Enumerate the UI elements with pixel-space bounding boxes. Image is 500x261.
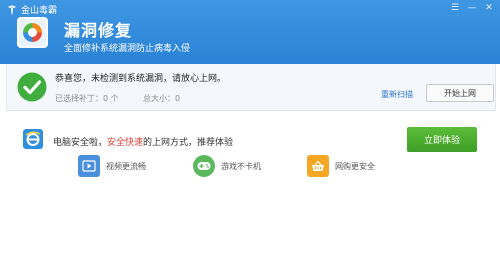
- vulnerability-repair-icon: [17, 17, 48, 48]
- duba-logo-icon: [8, 5, 16, 14]
- promo-text: 电脑安全啦，安全快速的上网方式，推荐体验: [53, 135, 233, 148]
- feature-video: 视频更流畅: [78, 155, 146, 177]
- status-message: 恭喜您，未检测到系统漏洞，请放心上网。: [55, 74, 227, 84]
- menu-icon[interactable]: ☰: [448, 2, 462, 14]
- promo-text-prefix: 电脑安全啦，: [53, 138, 108, 148]
- try-now-button[interactable]: 立即体验: [407, 127, 477, 152]
- selected-patches-count: 已选择补丁：0 个: [55, 94, 119, 103]
- promo-text-highlight: 安全快速: [107, 138, 144, 148]
- feature-gaming: 游戏不卡机: [193, 155, 261, 177]
- browser-icon: [23, 129, 43, 149]
- feature-shopping: 网购更安全: [307, 155, 375, 177]
- gamepad-icon: [193, 155, 215, 177]
- page-title: 漏洞修复: [64, 21, 133, 40]
- promo-text-suffix: 的上网方式，推荐体验: [143, 138, 234, 148]
- feature-shopping-label: 网购更安全: [335, 161, 375, 171]
- feature-gaming-label: 游戏不卡机: [221, 161, 261, 171]
- shopping-basket-icon: [307, 155, 329, 177]
- brand: 金山毒霸: [6, 3, 57, 16]
- scan-result-panel: 恭喜您，未检测到系统漏洞，请放心上网。 已选择补丁：0 个 总大小：0 重新扫描…: [6, 64, 496, 111]
- start-browsing-button[interactable]: 开始上网: [426, 84, 494, 102]
- feature-video-label: 视频更流畅: [106, 161, 146, 171]
- brand-name: 金山毒霸: [21, 6, 58, 16]
- total-size: 总大小：0: [143, 94, 181, 103]
- window-controls: ☰ — ✕: [448, 2, 496, 14]
- rescan-link[interactable]: 重新扫描: [381, 89, 413, 100]
- check-circle-icon: [17, 72, 47, 102]
- header-banner: 金山毒霸 ☰ — ✕ 漏洞修复 全面修补系统漏洞防止病毒入侵: [0, 0, 500, 64]
- minimize-icon[interactable]: —: [465, 2, 479, 14]
- close-icon[interactable]: ✕: [482, 2, 496, 14]
- page-subtitle: 全面修补系统漏洞防止病毒入侵: [64, 44, 191, 54]
- video-icon: [78, 155, 100, 177]
